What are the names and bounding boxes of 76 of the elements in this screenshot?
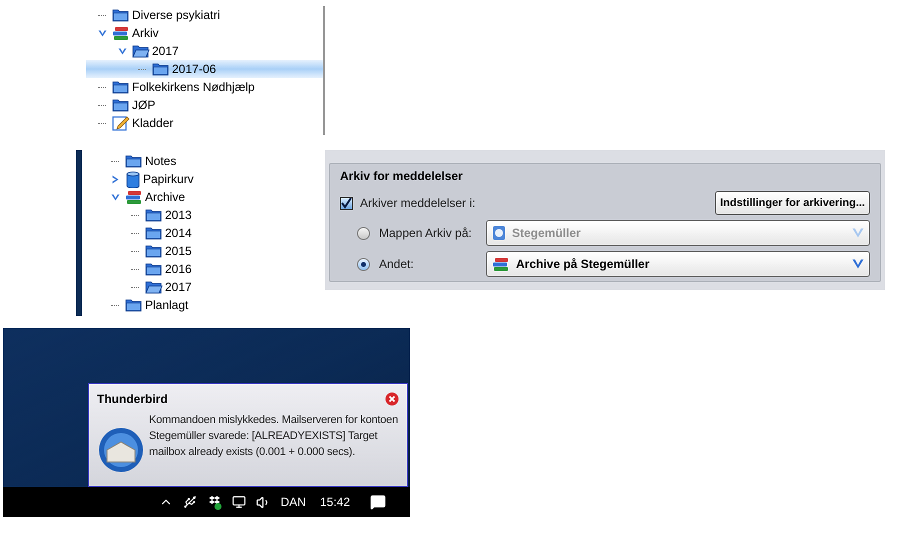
folder-name: 2017 [165,279,192,296]
folder-icon [125,154,143,168]
expanded-chevron-icon[interactable] [98,28,107,38]
notification-title: Thunderbird [97,391,168,408]
folder-name: Folkekirkens Nødhjælp [132,79,255,96]
tree-row[interactable]: Folkekirkens Nødhjælp [86,78,323,96]
network-icon[interactable] [232,495,246,509]
folder-icon [112,98,130,112]
pencil-note-icon [112,115,130,131]
folder-name: Diverse psykiatri [132,7,220,24]
tree-row[interactable]: Kladder [86,114,323,132]
notifications-icon[interactable] [370,494,386,510]
tree-row[interactable]: Diverse psykiatri [86,6,323,24]
folder-name: 2014 [165,225,192,242]
folder-name: 2013 [165,207,192,224]
tree-row[interactable]: 2014 [82,224,194,242]
dropdown-value: Stegemüller [512,225,581,242]
selected-tree-row[interactable]: 2017-06 [86,60,323,78]
folder-name: 2015 [165,243,192,260]
open-folder-icon [145,280,163,294]
bird-envelope-logo [97,426,145,474]
notification-message: Kommandoen mislykkedes. Mailserveren for kontoen Stegemüller svarede: [ALREADYEXISTS] Target mailbox already exists (0.001 + 0.000 secs). [149,413,399,460]
folder-name: Planlagt [145,297,188,314]
folder-dropdown[interactable]: Archive på Stegemüller [486,251,870,277]
tree-row[interactable]: 2017 [82,278,194,296]
folder-icon [145,208,163,222]
tree-row[interactable]: 2015 [82,242,194,260]
open-folder-icon [132,44,150,58]
tree-row[interactable]: 2017 [86,42,323,60]
folder-icon [145,244,163,258]
tree-row[interactable]: Planlagt [82,296,194,314]
tree-row[interactable]: 2016 [82,260,194,278]
tree-row[interactable]: Archive [82,188,194,206]
folder-name: 2017-06 [172,61,216,78]
folder-icon [152,62,170,76]
checkbox[interactable] [340,196,353,210]
folder-name: 2017 [152,43,179,60]
expanded-chevron-icon[interactable] [111,192,120,202]
archive-settings-button[interactable]: Indstillinger for arkivering... [715,191,870,215]
usb-icon[interactable] [182,495,197,509]
folder-name: Kladder [132,115,174,132]
group-title: Arkiv for meddelelser [340,168,464,185]
trash-icon [125,170,141,188]
radio-button[interactable] [357,258,370,270]
tree-row[interactable]: 2013 [82,206,194,224]
language-indicator[interactable]: DAN [280,493,306,511]
radio-label: Andet: [379,256,415,273]
folder-icon [125,298,143,312]
folder-name: 2016 [165,261,192,278]
folder-name: JØP [132,97,156,114]
checkbox-label: Arkiver meddelelser i: [360,195,476,212]
sync-status-icon[interactable] [206,494,222,510]
books-icon [112,25,130,41]
radio-label: Mappen Arkiv på: [379,225,473,242]
books-icon [125,189,143,205]
tree-row[interactable]: Notes [82,152,194,170]
folder-name: Notes [145,153,176,170]
folder-icon [112,8,130,22]
close-icon[interactable] [385,392,399,406]
dropdown-value: Archive på Stegemüller [516,256,650,273]
account-icon [492,225,506,241]
tree-row[interactable]: Papirkurv [82,170,194,188]
expanded-chevron-icon[interactable] [118,46,127,56]
folder-icon [145,226,163,240]
clock[interactable]: 15:42 [320,493,350,511]
chevron-down-icon [852,259,864,269]
folder-name: Arkiv [132,25,159,42]
collapsed-chevron-icon[interactable] [111,174,120,184]
tree-row[interactable]: Arkiv [86,24,323,42]
folder-name: Papirkurv [143,171,194,188]
chevron-down-icon [852,228,864,238]
tree-row[interactable]: JØP [86,96,323,114]
folder-icon [145,262,163,276]
books-icon [492,256,510,272]
folder-icon [112,80,130,94]
folder-name: Archive [145,189,186,206]
